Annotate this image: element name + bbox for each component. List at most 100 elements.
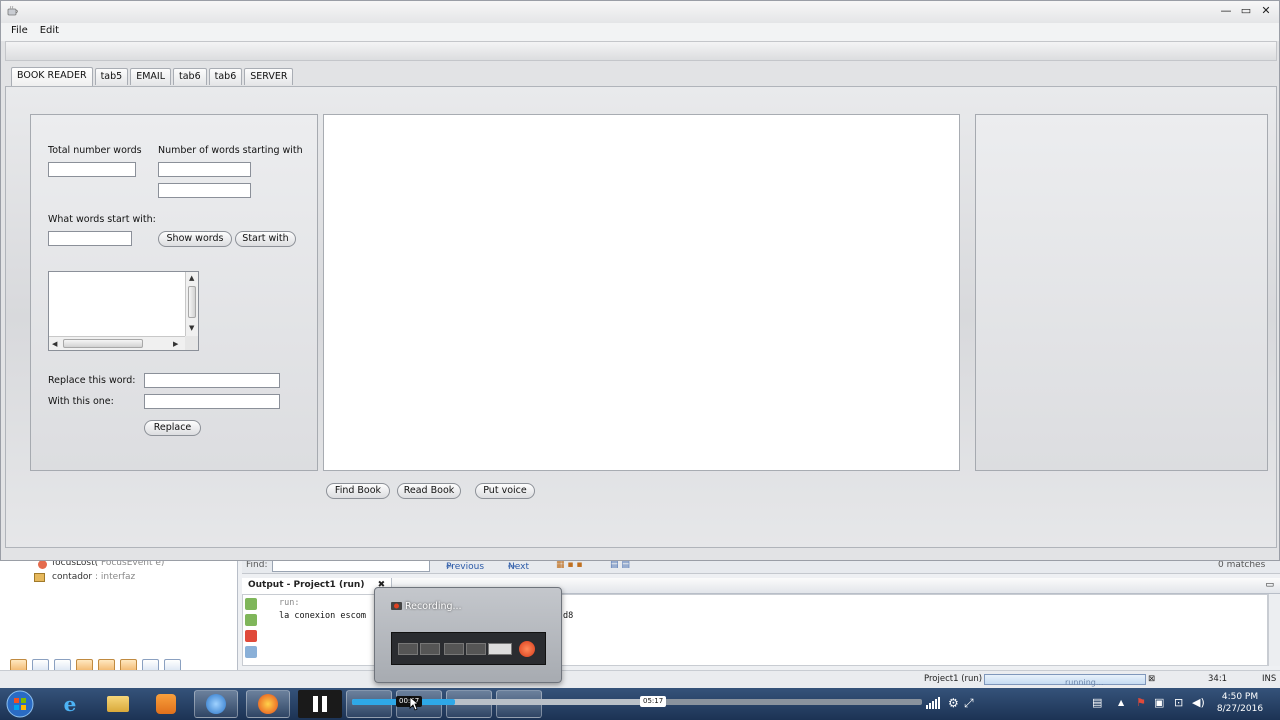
total-time: 05:17: [640, 696, 667, 707]
tab-server[interactable]: SERVER: [244, 68, 294, 85]
action-center-icon[interactable]: ⚑: [1136, 696, 1146, 710]
book-text-area[interactable]: [323, 114, 960, 471]
hscroll-thumb[interactable]: [63, 339, 143, 348]
right-panel: [975, 114, 1268, 471]
run-progress: running...: [984, 674, 1146, 687]
scroll-right-icon[interactable]: ▶: [173, 340, 178, 348]
highlight-icon[interactable]: ▦ ▪ ▪: [556, 560, 582, 570]
start-with-button[interactable]: Start with: [235, 231, 296, 247]
clock-time: 4:50 PM: [1221, 692, 1259, 702]
tab-book-reader[interactable]: BOOK READER: [11, 67, 93, 86]
toolbar-band: [5, 41, 1277, 61]
volume-icon[interactable]: [926, 697, 942, 709]
recorder-icon: [391, 602, 402, 610]
tab-tab6-second[interactable]: tab6: [208, 68, 243, 85]
keyboard-icon[interactable]: ▤: [1092, 696, 1102, 710]
status-project: Project1 (run): [924, 674, 983, 684]
scroll-left-icon[interactable]: ◀: [52, 340, 57, 348]
word-tools-group: Total number words Number of words start…: [30, 114, 318, 471]
navigator-panel: focusLost( FocusEvent e) contador : inte…: [0, 558, 238, 688]
ide-background: focusLost( FocusEvent e) contador : inte…: [0, 548, 1280, 688]
match-count: 0 matches: [1218, 560, 1266, 570]
options-icon[interactable]: ▤ ▤: [610, 560, 630, 570]
nav-item-contador[interactable]: contador : interfaz: [52, 572, 135, 582]
output-line: d8: [563, 611, 574, 621]
menu-file[interactable]: File: [5, 23, 34, 41]
vscroll-thumb[interactable]: [188, 286, 196, 318]
rerun-icon[interactable]: [245, 598, 257, 610]
what-words-label: What words start with:: [48, 214, 156, 225]
fullscreen-icon[interactable]: ⤢: [964, 696, 974, 710]
read-book-button[interactable]: Read Book: [397, 483, 461, 499]
system-clock[interactable]: 4:50 PM 8/27/2016: [1212, 691, 1268, 715]
show-words-button[interactable]: Show words: [158, 231, 232, 247]
settings-icon[interactable]: [245, 646, 257, 658]
with-this-label: With this one:: [48, 396, 114, 407]
nav-item-detail: : interfaz: [95, 572, 136, 582]
words-list-vscroll[interactable]: ▲ ▼: [185, 272, 198, 336]
taskbar: e 00:57 05:17 ⚙ ⤢ ▤ ▲ ⚑ ▣ ⊡ ◀) 4:50 PM 8…: [0, 688, 1280, 720]
output-side-toolbar: [242, 596, 260, 666]
words-starting-label: Number of words starting with: [158, 145, 303, 156]
title-bar[interactable]: — ▭ ✕: [1, 1, 1279, 23]
what-words-input[interactable]: [48, 231, 132, 246]
cancel-icon[interactable]: ⊠: [1148, 674, 1155, 684]
speaker-icon[interactable]: ◀): [1192, 696, 1205, 710]
scroll-corner: [185, 336, 198, 350]
rerun-different-icon[interactable]: [245, 614, 257, 626]
output-scrollbar[interactable]: [1268, 594, 1280, 666]
record-button[interactable]: [519, 641, 535, 657]
words-starting-letter-field[interactable]: [158, 183, 251, 198]
clock-date: 8/27/2016: [1216, 704, 1264, 714]
words-list[interactable]: ▲ ▼ ◀ ▶: [48, 271, 199, 351]
windows-start-icon[interactable]: [4, 689, 36, 719]
tab-email[interactable]: EMAIL: [130, 68, 171, 85]
scroll-up-icon[interactable]: ▲: [189, 274, 194, 282]
put-voice-button[interactable]: Put voice: [475, 483, 535, 499]
tab-tab6[interactable]: tab6: [173, 68, 207, 85]
status-bar: Project1 (run) running... ⊠ 34:1 INS: [0, 670, 1280, 688]
insert-mode: INS: [1262, 674, 1277, 684]
network-icon[interactable]: ⊡: [1174, 696, 1183, 710]
scroll-down-icon[interactable]: ▼: [189, 324, 194, 332]
file-explorer-icon[interactable]: [96, 690, 140, 718]
words-starting-count-field[interactable]: [158, 162, 251, 177]
output-tab[interactable]: Output - Project1 (run) ✖: [242, 578, 393, 594]
preview-cell: [398, 643, 418, 655]
nav-item-name: contador: [52, 572, 93, 582]
words-list-hscroll[interactable]: ◀ ▶: [49, 336, 186, 350]
close-button[interactable]: ✕: [1259, 4, 1273, 18]
total-words-field[interactable]: [48, 162, 136, 177]
pause-button[interactable]: [298, 690, 342, 718]
video-settings-icon[interactable]: ⚙: [948, 696, 959, 710]
recording-overlay[interactable]: Recording...: [374, 587, 562, 683]
printer-icon[interactable]: ▣: [1154, 696, 1164, 710]
tab-tab5[interactable]: tab5: [94, 68, 129, 85]
volume-meter: [488, 643, 512, 655]
media-player-icon[interactable]: [144, 690, 188, 718]
replace-button[interactable]: Replace: [144, 420, 201, 436]
preview-cell: [420, 643, 440, 655]
java-icon: [7, 6, 18, 16]
menu-edit[interactable]: Edit: [34, 23, 65, 41]
replacement-input[interactable]: [144, 394, 280, 409]
stop-icon[interactable]: [245, 630, 257, 642]
internet-explorer-icon[interactable]: e: [48, 690, 92, 718]
maximize-button[interactable]: ▭: [1239, 4, 1253, 18]
output-line: run:: [279, 598, 300, 608]
find-book-button[interactable]: Find Book: [326, 483, 390, 499]
find-label: Find:: [246, 560, 268, 570]
firefox-icon[interactable]: [246, 690, 290, 718]
minimize-icon[interactable]: ▭: [1265, 580, 1274, 590]
preview-cell: [466, 643, 486, 655]
replace-word-input[interactable]: [144, 373, 280, 388]
minimize-button[interactable]: —: [1219, 4, 1233, 18]
show-hidden-icons[interactable]: ▲: [1118, 696, 1124, 710]
menu-bar: File Edit: [1, 23, 1279, 41]
browser-icon[interactable]: [194, 690, 238, 718]
tab-strip: BOOK READER tab5 EMAIL tab6 tab6 SERVER: [11, 67, 294, 86]
mouse-cursor-icon: [409, 696, 419, 711]
recording-title: Recording...: [405, 601, 462, 612]
video-seek-bar[interactable]: 00:57 05:17: [352, 696, 922, 707]
caret-position: 34:1: [1208, 674, 1228, 684]
